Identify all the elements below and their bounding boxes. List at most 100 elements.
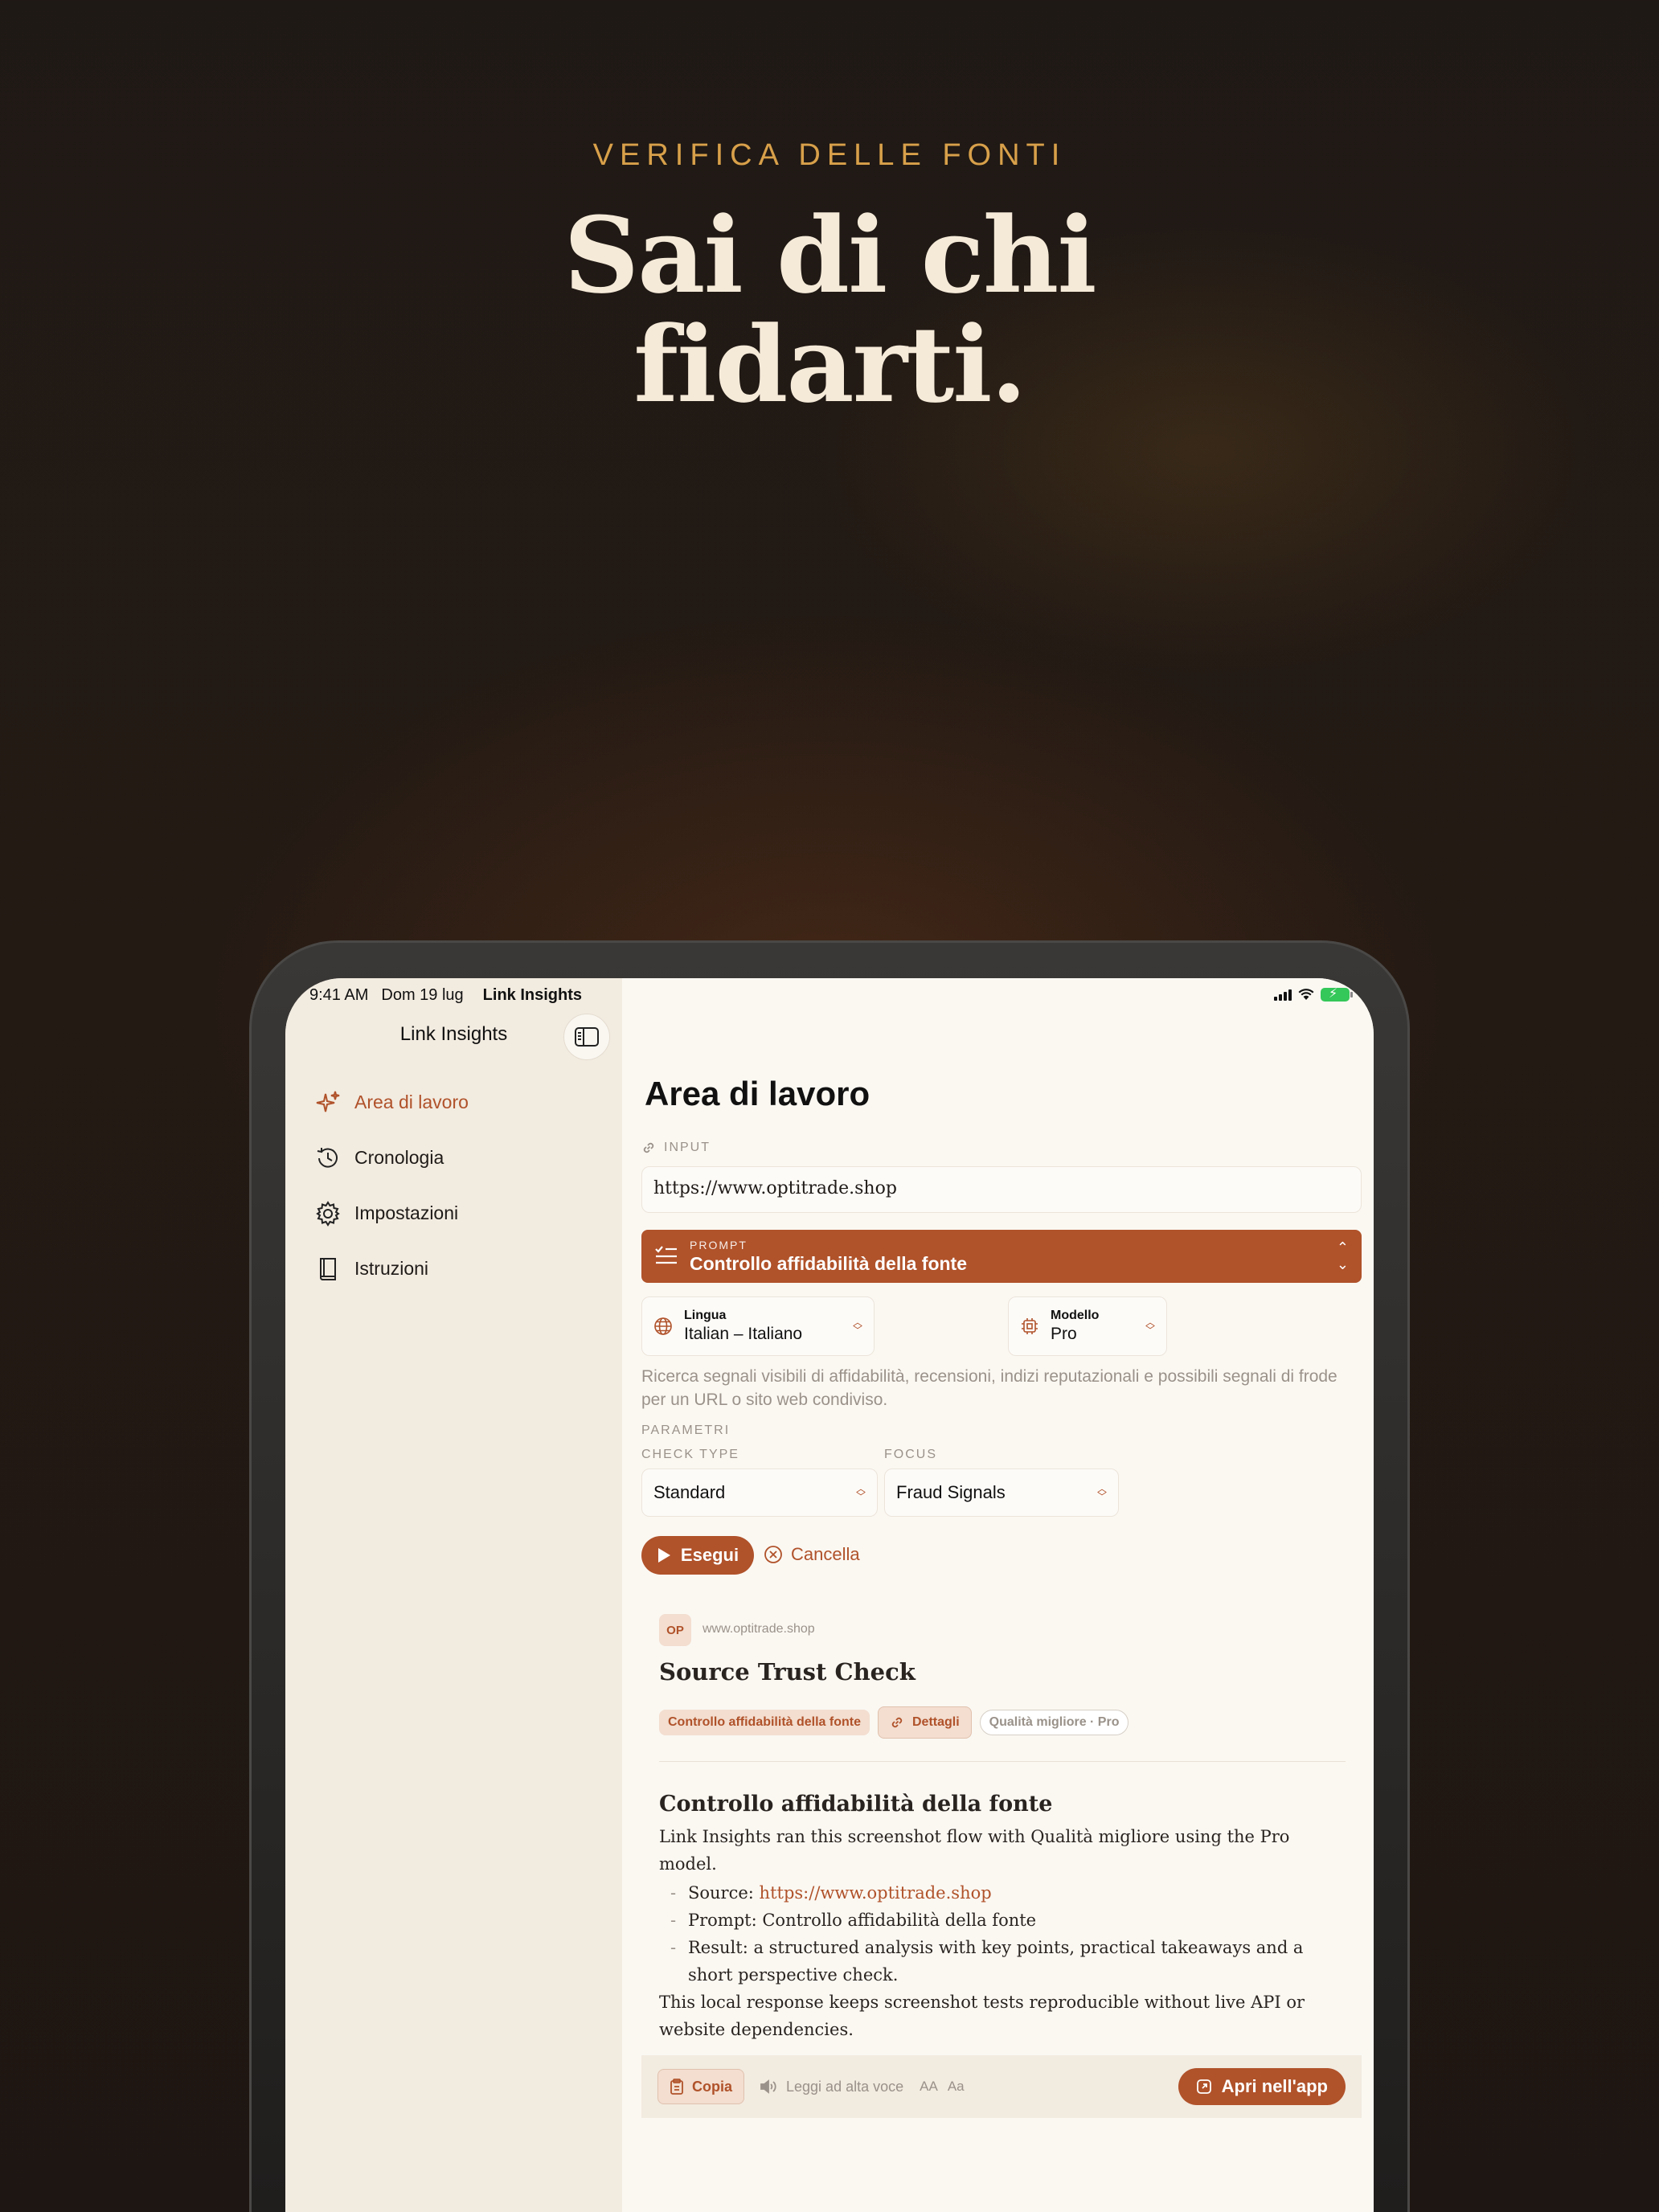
- chip-icon: [1022, 1318, 1038, 1334]
- sidebar-toggle-icon: [575, 1027, 599, 1047]
- sidebar-item-label: Area di lavoro: [354, 1092, 469, 1112]
- globe-icon: [654, 1317, 672, 1335]
- status-date: Dom 19 lug: [381, 986, 464, 1004]
- result-domain: www.optitrade.shop: [703, 1622, 815, 1636]
- page-title: Area di lavoro: [645, 1075, 870, 1112]
- status-app-name: Link Insights: [482, 986, 583, 1004]
- wifi-icon: [1298, 989, 1314, 1000]
- cellular-signal-icon: [1274, 989, 1292, 1001]
- result-chips: Controllo affidabilità della fonte Detta…: [659, 1706, 1129, 1739]
- checklist-icon: [655, 1246, 677, 1264]
- status-bar-left: 9:41 AM Dom 19 lug Link Insights: [309, 986, 582, 1005]
- sidebar-item-label: Istruzioni: [354, 1258, 429, 1279]
- prompt-key: PROMPT: [690, 1238, 748, 1251]
- result-outro: This local response keeps screenshot tes…: [659, 1993, 1305, 2039]
- chevron-updown-icon: ︿ ﹀: [1096, 1483, 1107, 1502]
- divider: [659, 1761, 1346, 1762]
- open-in-app-label: Apri nell'app: [1221, 2076, 1328, 2096]
- input-section-label: INPUT: [641, 1141, 711, 1155]
- status-bar-right: ⚡: [1274, 987, 1353, 1002]
- open-external-icon: [1196, 2079, 1211, 2094]
- result-toolbar: Copia Leggi ad alta voce AA Aa Apri nell…: [641, 2055, 1362, 2118]
- prompt-selector[interactable]: PROMPT Controllo affidabilità della font…: [641, 1230, 1362, 1283]
- text-larger-button[interactable]: Aa: [948, 2079, 965, 2095]
- hero-kicker: VERIFICA DELLE FONTI: [592, 138, 1067, 172]
- language-selector[interactable]: Lingua Italian – Italiano ︿ ﹀: [641, 1296, 875, 1356]
- sidebar-toggle-button[interactable]: [563, 1014, 610, 1060]
- sidebar-nav: Area di lavoro Cronologia Impostazioni I…: [314, 1075, 469, 1296]
- gear-icon: [316, 1200, 340, 1227]
- url-input[interactable]: https://www.optitrade.shop: [641, 1166, 1362, 1213]
- copy-label: Copia: [692, 2078, 733, 2095]
- check-type-value: Standard: [653, 1482, 726, 1502]
- sidebar-item-cronologia[interactable]: Cronologia: [314, 1130, 469, 1186]
- speaker-icon: [760, 2079, 776, 2094]
- chevron-updown-icon: ︿ ﹀: [852, 1317, 862, 1336]
- sidebar-item-area-di-lavoro[interactable]: Area di lavoro: [314, 1075, 469, 1130]
- close-circle-icon: [764, 1546, 782, 1563]
- book-icon: [320, 1257, 336, 1280]
- cancel-label: Cancella: [791, 1544, 860, 1564]
- details-label: Dettagli: [912, 1715, 960, 1729]
- link-icon: [891, 1717, 903, 1728]
- model-key: Modello: [1051, 1309, 1100, 1322]
- open-in-app-button[interactable]: Apri nell'app: [1178, 2068, 1346, 2105]
- tablet-screen: 9:41 AM Dom 19 lug Link Insights Link In…: [285, 978, 1374, 2212]
- source-link[interactable]: https://www.optitrade.shop: [760, 1883, 992, 1903]
- language-key: Lingua: [684, 1309, 727, 1322]
- list-item: Source: https://www.optitrade.shop: [670, 1879, 1342, 1907]
- play-icon: [657, 1548, 670, 1563]
- prompt-chip: Controllo affidabilità della fonte: [659, 1710, 870, 1735]
- run-button[interactable]: Esegui: [641, 1536, 754, 1575]
- text-smaller-button[interactable]: AA: [920, 2079, 938, 2095]
- focus-label: FOCUS: [884, 1448, 937, 1461]
- model-value: Pro: [1051, 1325, 1077, 1343]
- result-intro: Link Insights ran this screenshot flow w…: [659, 1827, 1290, 1874]
- sidebar-item-label: Impostazioni: [354, 1202, 459, 1223]
- workspace-main: ⚡ Area di lavoro INPUT https://www.optit…: [622, 978, 1374, 2212]
- input-label-text: INPUT: [664, 1141, 711, 1154]
- result-list: Source: https://www.optitrade.shop Promp…: [670, 1879, 1342, 1989]
- prompt-text: PROMPT Controllo affidabilità della font…: [690, 1239, 967, 1275]
- headline-line-1: Sai di chi: [563, 194, 1096, 317]
- result-heading: Controllo affidabilità della fonte: [659, 1792, 1053, 1817]
- read-aloud-button[interactable]: Leggi ad alta voce: [759, 2079, 903, 2095]
- status-time: 9:41 AM: [309, 986, 369, 1004]
- sparkle-icon: [316, 1091, 340, 1112]
- result-title: Source Trust Check: [659, 1658, 916, 1686]
- result-body: Controllo affidabilità della fonte Link …: [659, 1792, 1342, 2043]
- chevron-updown-icon: ︿ ﹀: [1145, 1317, 1155, 1336]
- language-value: Italian – Italiano: [684, 1325, 803, 1343]
- hero-headline: Sai di chi fidarti.: [0, 201, 1659, 420]
- sidebar-item-impostazioni[interactable]: Impostazioni: [314, 1186, 469, 1241]
- focus-value: Fraud Signals: [896, 1482, 1006, 1502]
- sidebar-item-istruzioni[interactable]: Istruzioni: [314, 1241, 469, 1296]
- check-type-label: CHECK TYPE: [641, 1448, 739, 1461]
- text-size-controls: AA Aa: [920, 2079, 964, 2095]
- cancel-button[interactable]: Cancella: [764, 1544, 860, 1565]
- sidebar-item-label: Cronologia: [354, 1147, 444, 1168]
- model-selector[interactable]: Modello Pro ︿ ﹀: [1008, 1296, 1167, 1356]
- run-label: Esegui: [680, 1545, 739, 1565]
- sidebar: 9:41 AM Dom 19 lug Link Insights Link In…: [285, 978, 622, 2212]
- battery-charging-icon: ⚡: [1321, 987, 1353, 1002]
- quality-chip: Qualità migliore · Pro: [979, 1710, 1129, 1735]
- list-item: Result: a structured analysis with key p…: [670, 1934, 1342, 1989]
- link-icon: [643, 1142, 654, 1153]
- prompt-value: Controllo affidabilità della fonte: [690, 1252, 967, 1274]
- chevron-updown-icon: ︿ ﹀: [855, 1483, 866, 1502]
- read-aloud-label: Leggi ad alta voce: [786, 2078, 904, 2095]
- site-badge: OP: [659, 1614, 691, 1646]
- history-icon: [317, 1147, 338, 1168]
- source-prefix: Source:: [688, 1883, 760, 1903]
- focus-dropdown[interactable]: Fraud Signals ︿ ﹀: [884, 1469, 1119, 1517]
- prompt-description: Ricerca segnali visibili di affidabilità…: [641, 1367, 1337, 1409]
- clipboard-icon: [670, 2079, 683, 2095]
- check-type-dropdown[interactable]: Standard ︿ ﹀: [641, 1469, 878, 1517]
- chevron-updown-icon: ⌃ ⌄: [1336, 1239, 1349, 1272]
- headline-line-2: fidarti.: [633, 303, 1027, 426]
- copy-button[interactable]: Copia: [657, 2069, 745, 2104]
- details-button[interactable]: Dettagli: [878, 1706, 972, 1739]
- params-label: PARAMETRI: [641, 1423, 731, 1437]
- list-item: Prompt: Controllo affidabilità della fon…: [670, 1907, 1342, 1934]
